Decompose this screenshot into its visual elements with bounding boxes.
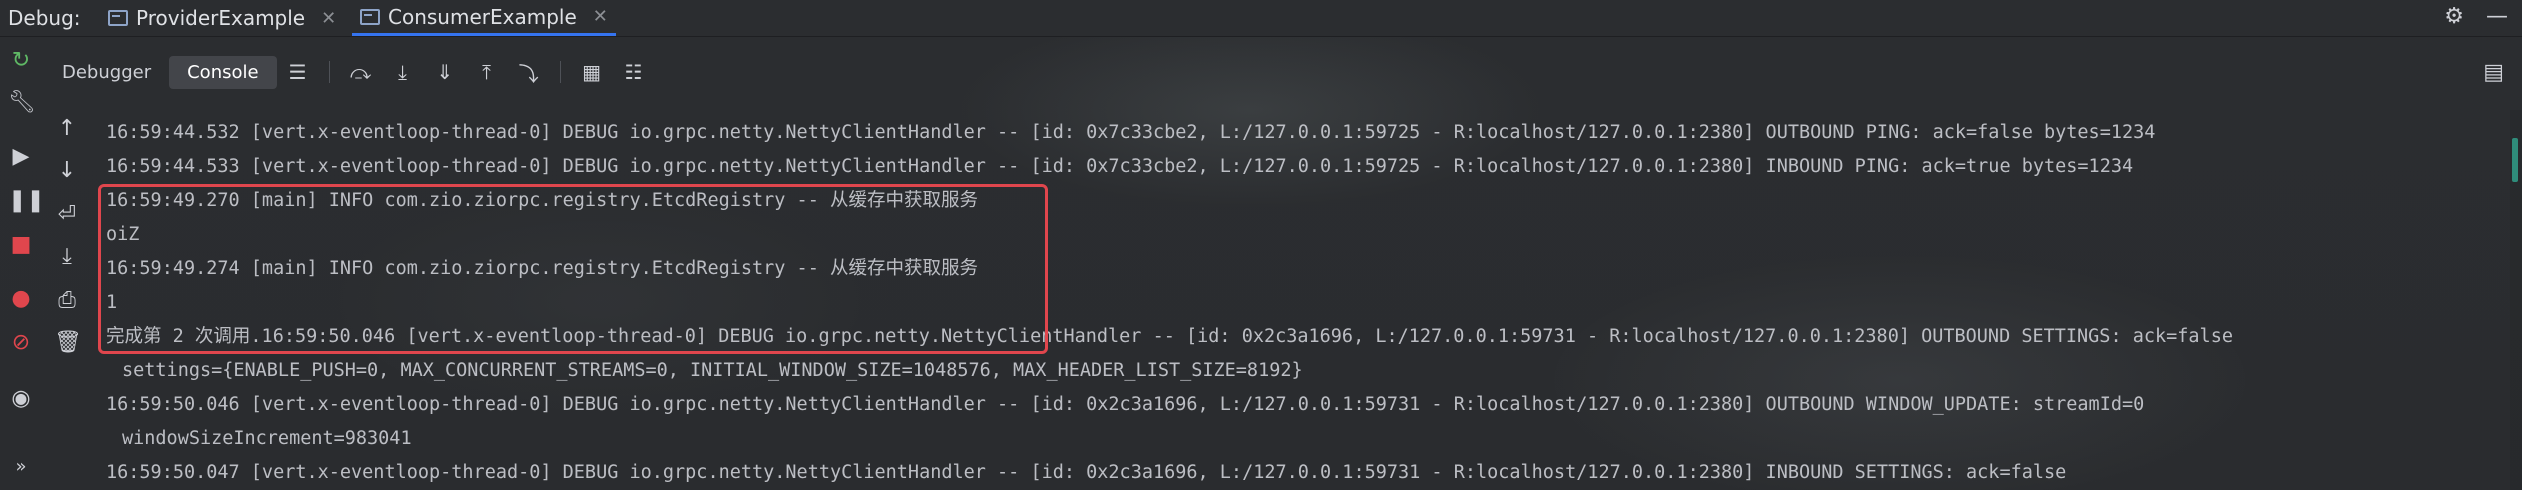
close-icon[interactable]: ✕: [321, 8, 336, 29]
console-line: settings={ENABLE_PUSH=0, MAX_CONCURRENT_…: [122, 360, 1303, 381]
console-icon: [360, 8, 380, 25]
debug-side-toolbar: ↻ 🔧︎ ▶ ❚❚ ■ ● ⊘ ◉ »: [0, 36, 45, 490]
console-icon: [108, 10, 128, 26]
tab-console[interactable]: Console: [169, 55, 277, 89]
step-out-icon[interactable]: ⤒: [466, 60, 508, 84]
debug-tab-bar: Debug: ProviderExample ✕ ConsumerExample…: [0, 0, 2522, 37]
scroll-to-end-icon[interactable]: ⤓: [54, 244, 80, 269]
highlight-box: [98, 184, 1048, 354]
soft-wrap-icon[interactable]: ⏎: [54, 202, 80, 227]
print-icon[interactable]: ⎙: [54, 288, 80, 313]
console-line: 16:59:50.046 [vert.x-eventloop-thread-0]…: [106, 394, 2145, 415]
step-into-icon[interactable]: ⤓: [382, 60, 424, 84]
pause-icon[interactable]: ❚❚: [8, 188, 45, 214]
evaluate-expression-icon[interactable]: ▦: [571, 60, 613, 84]
tab-consumer-example[interactable]: ConsumerExample ✕: [352, 0, 616, 36]
wrench-icon[interactable]: 🔧︎: [8, 90, 36, 116]
tab-label: ProviderExample: [136, 6, 306, 30]
more-icon[interactable]: »: [8, 454, 34, 480]
close-icon[interactable]: ✕: [593, 6, 608, 27]
toolbar-divider: [328, 61, 330, 83]
trash-icon[interactable]: 🗑︎: [54, 330, 82, 355]
menu-icon[interactable]: ☰: [277, 60, 319, 84]
scroll-down-icon[interactable]: ↓: [54, 158, 80, 183]
layout-settings-icon[interactable]: ▤: [2483, 60, 2504, 85]
run-to-cursor-icon[interactable]: ⤵: [508, 58, 550, 87]
minimize-icon[interactable]: —: [2486, 4, 2508, 29]
trace-settings-icon[interactable]: ☷: [613, 60, 655, 84]
view-breakpoints-icon[interactable]: ●: [8, 286, 34, 312]
tab-debugger[interactable]: Debugger: [44, 56, 169, 89]
force-step-into-icon[interactable]: ⇓: [424, 60, 466, 84]
resume-icon[interactable]: ▶: [8, 144, 34, 170]
gear-icon[interactable]: ⚙: [2444, 4, 2464, 29]
camera-icon[interactable]: ◉: [8, 386, 34, 412]
rerun-icon[interactable]: ↻: [8, 48, 34, 74]
console-line: 16:59:44.533 [vert.x-eventloop-thread-0]…: [106, 156, 2134, 177]
step-over-icon[interactable]: ⤼: [340, 60, 382, 84]
mute-breakpoints-icon[interactable]: ⊘: [8, 330, 34, 356]
tab-label: ConsumerExample: [388, 4, 577, 29]
console-line: 16:59:50.047 [vert.x-eventloop-thread-0]…: [106, 462, 2067, 483]
console-line: windowSizeIncrement=983041: [122, 428, 412, 449]
debug-toolbar: Debugger Console ☰ ⤼ ⤓ ⇓ ⤒ ⤵ ▦ ☷: [44, 52, 655, 92]
console-line: 16:59:44.532 [vert.x-eventloop-thread-0]…: [106, 122, 2156, 143]
scrollbar-marker: [2512, 138, 2518, 182]
tab-provider-example[interactable]: ProviderExample ✕: [100, 0, 344, 36]
debug-label: Debug:: [8, 6, 81, 30]
stop-icon[interactable]: ■: [8, 232, 34, 258]
toolbar-divider: [559, 61, 561, 83]
scroll-up-icon[interactable]: ↑: [54, 116, 80, 141]
